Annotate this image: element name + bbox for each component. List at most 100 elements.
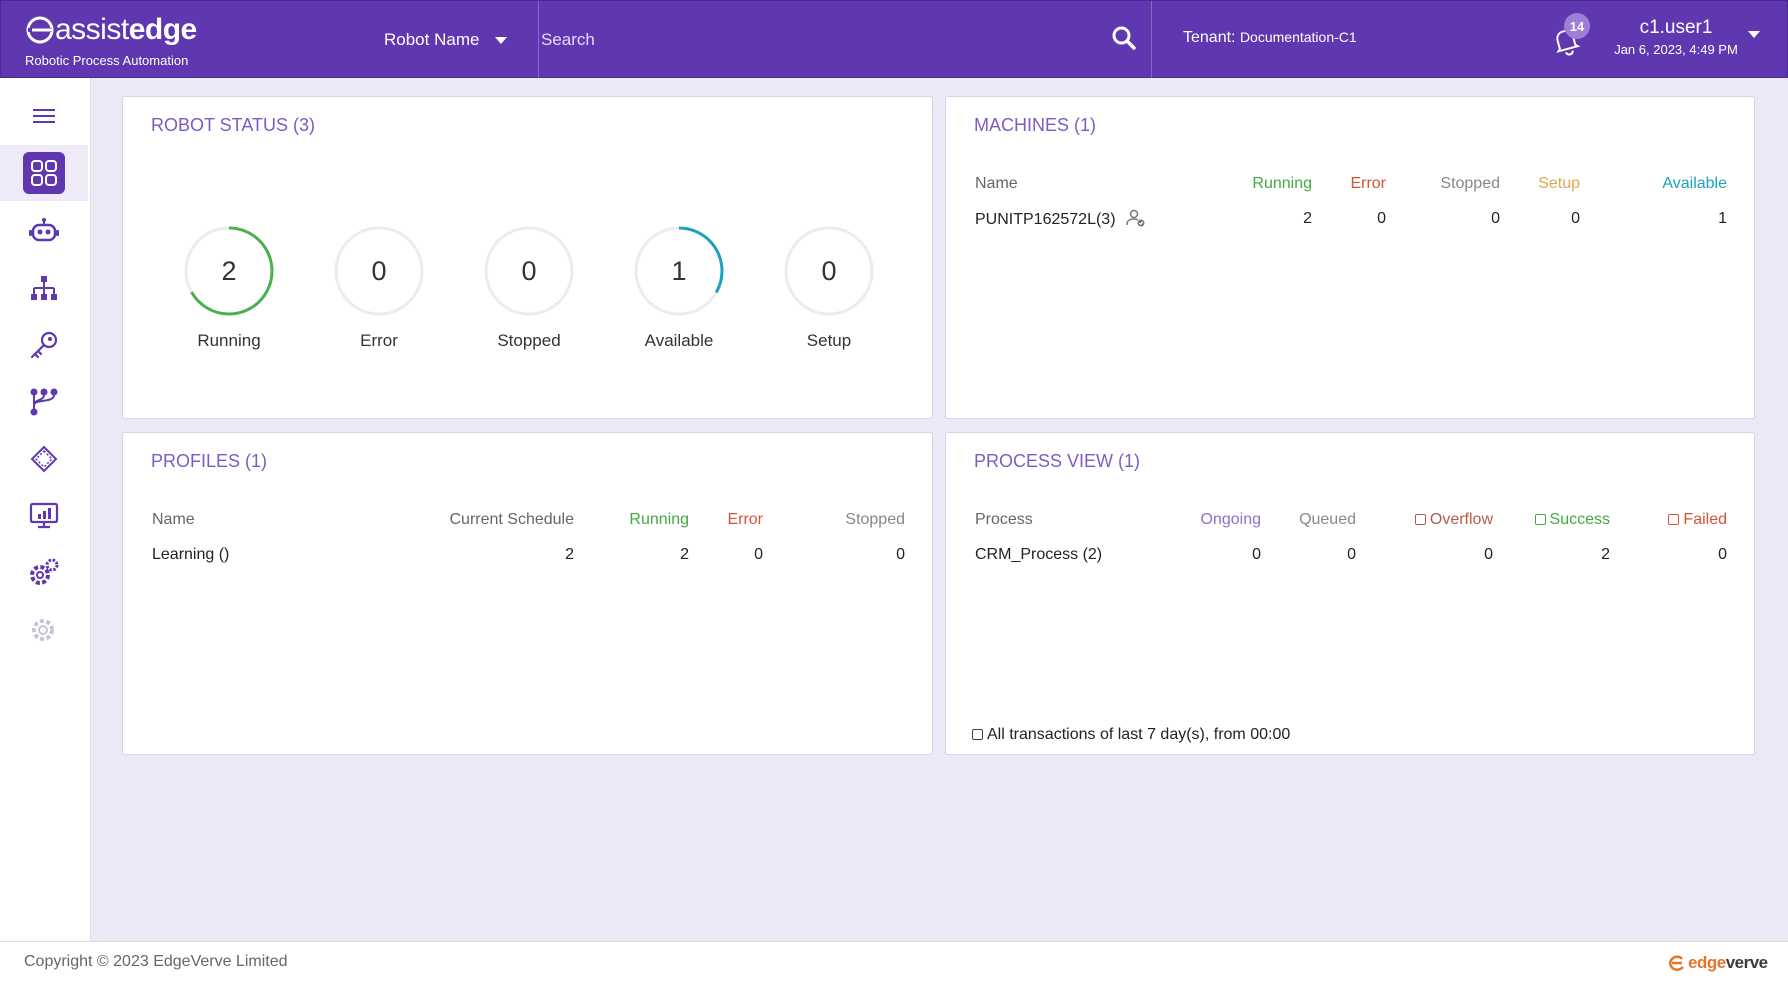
header-divider — [538, 1, 539, 79]
gauge-stopped[interactable]: 0 Stopped — [454, 225, 604, 351]
process-name-cell[interactable]: CRM_Process (2) — [975, 535, 1175, 575]
brand-logo-icon — [26, 16, 54, 44]
sidebar-item-reports[interactable] — [0, 488, 88, 544]
robot-name-label: Robot Name — [384, 30, 480, 49]
process-success-cell: 2 — [1601, 546, 1610, 563]
profiles-card: PROFILES (1) Name Current Schedule Runni… — [122, 432, 933, 755]
column-header-overflow: Overflow — [1356, 505, 1493, 535]
sidebar — [0, 78, 91, 941]
gauge-value: 0 — [371, 256, 387, 286]
column-header-name: Name — [975, 175, 1018, 192]
footer: Copyright © 2023 EdgeVerve Limited edgev… — [0, 941, 1788, 982]
column-header-available: Available — [1662, 175, 1727, 192]
gauge-error[interactable]: 0 Error — [304, 225, 454, 351]
user-name: c1.user1 — [1639, 17, 1713, 38]
sidebar-item-admin-settings[interactable] — [0, 602, 88, 658]
menu-icon — [33, 109, 55, 123]
user-check-icon[interactable] — [1126, 209, 1146, 227]
profiles-title: PROFILES (1) — [151, 451, 268, 471]
gauge-label: Setup — [806, 331, 852, 350]
tenant-info: Tenant: Documentation-C1 — [1183, 29, 1357, 47]
tenant-value: Documentation-C1 — [1239, 29, 1357, 45]
tenant-label: Tenant: — [1183, 29, 1236, 46]
notification-badge[interactable]: 14 — [1564, 13, 1590, 39]
column-header-current-schedule: Current Schedule — [449, 511, 574, 528]
chevron-down-icon — [495, 36, 508, 44]
table-header-row: Name Running Error Stopped Setup Availab… — [975, 169, 1727, 199]
gauge-setup[interactable]: 0 Setup — [754, 225, 904, 351]
column-header-running: Running — [1252, 175, 1312, 192]
top-bar: assistedge Robotic Process Automation Ro… — [0, 0, 1788, 79]
table-row[interactable]: PUNITP162572L(3) 2 0 0 0 1 — [975, 199, 1727, 239]
profiles-table: Name Current Schedule Running Error Stop… — [152, 505, 905, 575]
column-header-queued: Queued — [1299, 511, 1356, 528]
profile-name-cell[interactable]: Learning () — [152, 535, 352, 575]
sidebar-item-chip[interactable] — [0, 431, 88, 487]
robot-status-title: ROBOT STATUS (3) — [151, 115, 316, 135]
column-header-name: Name — [152, 511, 195, 528]
workflow-icon — [30, 388, 58, 416]
sidebar-item-settings[interactable] — [0, 545, 88, 601]
column-header-stopped: Stopped — [1440, 175, 1500, 192]
dashboard-icon — [31, 160, 57, 186]
profile-schedule-cell: 2 — [565, 546, 574, 563]
column-header-process: Process — [975, 511, 1033, 528]
gauge-value: 1 — [671, 256, 687, 286]
calendar-check-icon — [1414, 514, 1426, 525]
column-header-success: Success — [1493, 505, 1610, 535]
profile-running-cell: 2 — [680, 546, 689, 563]
monitor-chart-icon — [29, 502, 59, 529]
gauge-label: Error — [360, 331, 398, 350]
gauge-available[interactable]: 1 Available — [604, 225, 754, 351]
machines-table: Name Running Error Stopped Setup Availab… — [975, 169, 1727, 239]
process-overflow-cell: 0 — [1484, 546, 1493, 563]
column-header-setup: Setup — [1538, 175, 1580, 192]
sidebar-item-hierarchy[interactable] — [0, 260, 88, 316]
process-view-card: PROCESS VIEW (1) Process Ongoing Queued … — [945, 432, 1755, 755]
machine-running-cell: 2 — [1303, 210, 1312, 227]
machine-setup-cell: 0 — [1571, 210, 1580, 227]
column-header-error: Error — [1350, 175, 1386, 192]
edgeverve-logo-icon — [1669, 955, 1684, 971]
search-input[interactable] — [541, 21, 1101, 59]
machine-name-cell[interactable]: PUNITP162572L(3) — [975, 199, 1205, 239]
chip-icon — [30, 445, 58, 473]
gauge-ring: 2 — [183, 225, 275, 317]
profile-error-cell: 0 — [754, 546, 763, 563]
sidebar-item-credentials[interactable] — [0, 317, 88, 373]
machine-stopped-cell: 0 — [1491, 210, 1500, 227]
calendar-check-icon — [1534, 514, 1546, 525]
table-header-row: Name Current Schedule Running Error Stop… — [152, 505, 905, 535]
calendar-check-icon — [1668, 514, 1680, 525]
user-datetime: Jan 6, 2023, 4:49 PM — [1614, 42, 1738, 57]
hierarchy-icon — [31, 276, 57, 300]
column-header-stopped: Stopped — [845, 511, 905, 528]
process-failed-cell: 0 — [1718, 546, 1727, 563]
search-icon[interactable] — [1111, 25, 1137, 51]
robot-name-dropdown[interactable]: Robot Name — [384, 27, 524, 53]
user-menu[interactable]: c1.user1 Jan 6, 2023, 4:49 PM — [1601, 17, 1751, 57]
sidebar-item-robots[interactable] — [0, 203, 88, 259]
brand-subtitle: Robotic Process Automation — [25, 53, 189, 68]
column-header-running: Running — [629, 511, 689, 528]
gauge-ring: 0 — [783, 225, 875, 317]
table-row[interactable]: Learning () 2 2 0 0 — [152, 535, 905, 575]
gauge-label: Stopped — [497, 331, 561, 350]
gauge-running[interactable]: 2 Running — [154, 225, 304, 351]
settings-disabled-icon — [32, 619, 54, 641]
robot-status-card: ROBOT STATUS (3) 2 Running 0 Error 0 Stopped 1… — [122, 96, 933, 419]
gauge-value: 2 — [221, 256, 237, 286]
settings-icon — [30, 558, 59, 585]
sidebar-item-workflow[interactable] — [0, 374, 88, 430]
robot-icon — [29, 218, 59, 242]
gauge-label: Available — [644, 331, 714, 350]
gauge-ring: 0 — [333, 225, 425, 317]
table-row[interactable]: CRM_Process (2) 0 0 0 2 0 — [975, 535, 1727, 575]
machine-error-cell: 0 — [1377, 210, 1386, 227]
profile-stopped-cell: 0 — [896, 546, 905, 563]
user-menu-chevron-icon[interactable] — [1748, 31, 1760, 38]
sidebar-menu-toggle[interactable] — [0, 88, 88, 144]
sidebar-item-dashboard[interactable] — [0, 145, 88, 201]
process-ongoing-cell: 0 — [1252, 546, 1261, 563]
brand[interactable]: assistedge Robotic Process Automation — [25, 13, 225, 69]
